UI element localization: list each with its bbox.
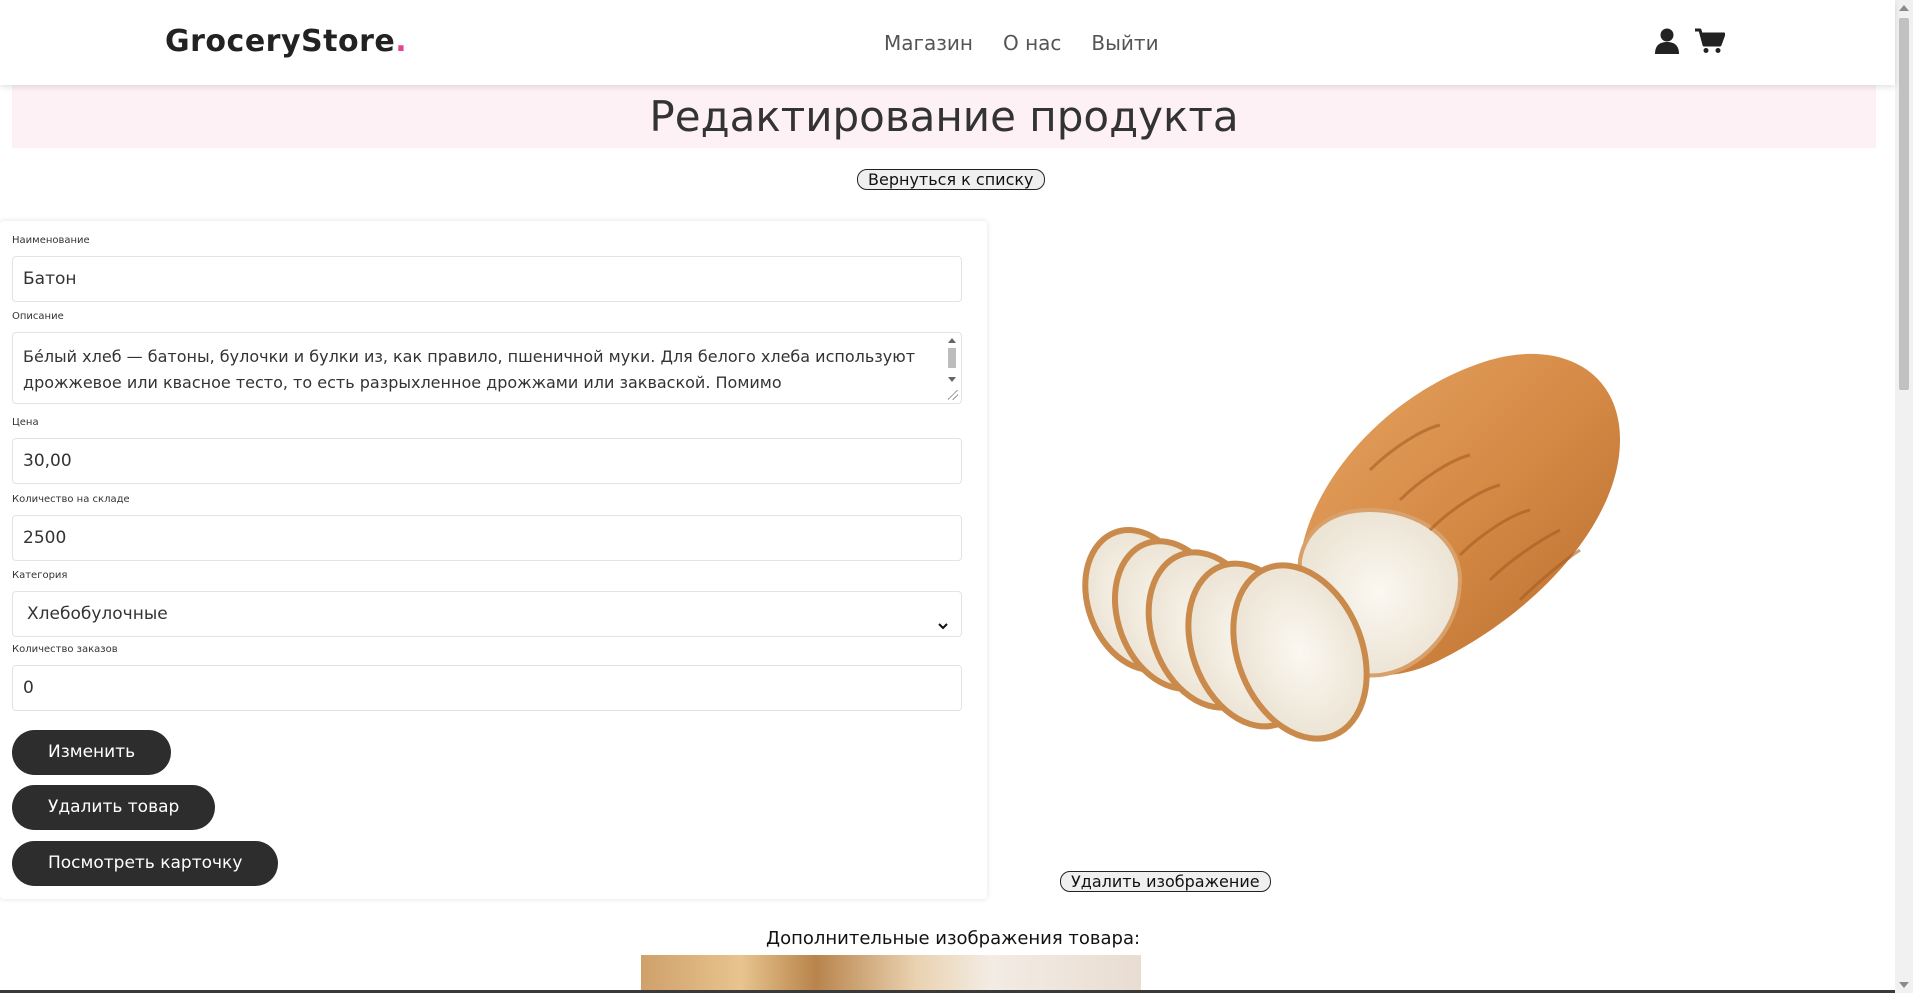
extra-images-title: Дополнительные изображения товара: — [766, 928, 1141, 949]
nav-link-shop[interactable]: Магазин — [884, 31, 973, 55]
price-input[interactable]: 30,00 — [12, 438, 962, 484]
back-to-list-button[interactable]: Вернуться к списку — [857, 169, 1045, 190]
stock-label: Количество на складе — [12, 494, 130, 505]
orders-input[interactable]: 0 — [12, 665, 962, 711]
delete-product-button[interactable]: Удалить товар — [12, 785, 216, 830]
cart-icon[interactable] — [1695, 28, 1725, 54]
page-title-band: Редактирование продукта — [12, 85, 1876, 148]
scroll-down-icon[interactable] — [948, 377, 956, 382]
stock-input[interactable]: 2500 — [12, 515, 962, 561]
update-button[interactable]: Изменить — [12, 730, 172, 775]
main-nav: Магазин О нас Выйти — [884, 31, 1159, 55]
name-label: Наименование — [12, 235, 90, 246]
scroll-down-icon[interactable] — [1899, 982, 1909, 988]
description-textarea[interactable]: Бе́лый хлеб — батоны, булочки и булки из… — [12, 332, 962, 404]
scroll-up-icon[interactable] — [948, 338, 956, 343]
nav-link-about[interactable]: О нас — [1003, 31, 1061, 55]
header-icons — [1655, 28, 1725, 54]
name-input[interactable]: Батон — [12, 256, 962, 302]
orders-label: Количество заказов — [12, 644, 118, 655]
delete-image-button[interactable]: Удалить изображение — [1060, 871, 1271, 892]
page-title: Редактирование продукта — [649, 92, 1239, 141]
scroll-thumb[interactable] — [1899, 18, 1909, 390]
description-label: Описание — [12, 311, 64, 322]
category-select[interactable]: Хлебобулочные — [12, 591, 962, 637]
logo[interactable]: GroceryStore. — [165, 24, 407, 59]
page-scrollbar[interactable] — [1895, 0, 1913, 993]
scroll-up-icon[interactable] — [1899, 5, 1909, 11]
logo-dot: . — [395, 24, 408, 59]
resize-grip-icon[interactable] — [948, 390, 958, 400]
product-image — [1082, 353, 1620, 742]
nav-link-logout[interactable]: Выйти — [1091, 31, 1158, 55]
price-label: Цена — [12, 417, 39, 428]
chevron-down-icon — [937, 605, 949, 649]
category-label: Категория — [12, 570, 68, 581]
view-card-button[interactable]: Посмотреть карточку — [12, 841, 279, 886]
scroll-thumb[interactable] — [948, 348, 956, 368]
site-header: GroceryStore. Магазин О нас Выйти — [0, 0, 1895, 85]
extra-image-thumbnail[interactable] — [641, 955, 1141, 993]
category-selected: Хлебобулочные — [27, 604, 168, 624]
user-icon[interactable] — [1655, 28, 1679, 54]
product-edit-form: Наименование Батон Описание Бе́лый хлеб … — [0, 221, 987, 899]
description-text: Бе́лый хлеб — батоны, булочки и булки из… — [23, 347, 916, 392]
